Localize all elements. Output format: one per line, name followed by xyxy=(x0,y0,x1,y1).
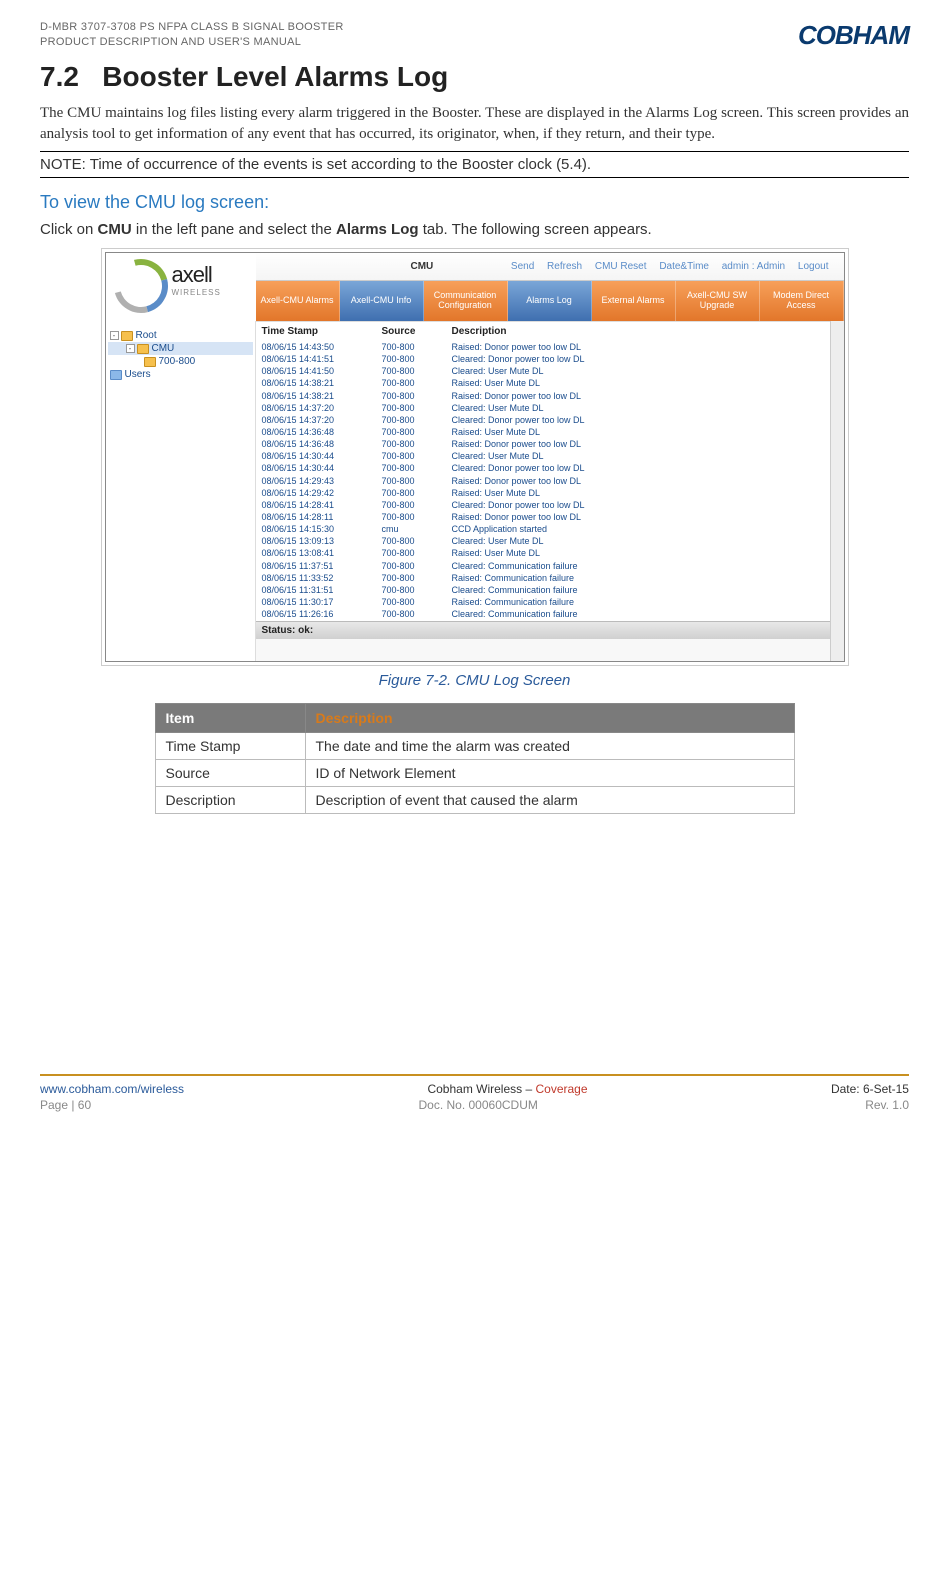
instruction: Click on CMU in the left pane and select… xyxy=(40,221,909,238)
footer-docno: Doc. No. 00060CDUM xyxy=(418,1098,537,1112)
logout-link[interactable]: Logout xyxy=(798,261,829,272)
axell-swirl-icon xyxy=(114,259,166,299)
col-description: Description xyxy=(452,326,824,337)
log-row: 08/06/15 14:41:51700-800Cleared: Donor p… xyxy=(256,353,830,365)
footer-page: Page | 60 xyxy=(40,1098,91,1112)
table-row: Time StampThe date and time the alarm wa… xyxy=(155,733,794,760)
cmu-bold: CMU xyxy=(98,221,132,238)
log-row: 08/06/15 14:36:48700-800Raised: User Mut… xyxy=(256,426,830,438)
log-table: Time Stamp Source Description 08/06/15 1… xyxy=(256,321,830,621)
doc-title-line2: PRODUCT DESCRIPTION AND USER'S MANUAL xyxy=(40,35,344,50)
log-row: 08/06/15 14:29:42700-800Raised: User Mut… xyxy=(256,487,830,499)
footer-url: www.cobham.com/wireless xyxy=(40,1082,184,1096)
log-row: 08/06/15 14:29:43700-800Raised: Donor po… xyxy=(256,475,830,487)
footer-brand: Cobham Wireless xyxy=(427,1082,522,1096)
axell-logo-sub: WIRELESS xyxy=(172,288,221,297)
note-box: NOTE: Time of occurrence of the events i… xyxy=(40,151,909,178)
log-row: 08/06/15 14:37:20700-800Cleared: Donor p… xyxy=(256,414,830,426)
log-row: 08/06/15 14:30:44700-800Cleared: User Mu… xyxy=(256,450,830,462)
folder-icon xyxy=(121,331,133,341)
tab-sw-upgrade[interactable]: Axell-CMU SW Upgrade xyxy=(676,281,760,321)
tree-band[interactable]: 700-800 xyxy=(108,355,253,368)
cmu-reset-link[interactable]: CMU Reset xyxy=(595,261,647,272)
log-row: 08/06/15 14:38:21700-800Raised: Donor po… xyxy=(256,390,830,402)
tab-modem-direct[interactable]: Modem Direct Access xyxy=(760,281,844,321)
folder-icon xyxy=(144,357,156,367)
doc-title-line1: D-MBR 3707-3708 PS NFPA CLASS B SIGNAL B… xyxy=(40,20,344,35)
description-table: Item Description Time StampThe date and … xyxy=(155,703,795,814)
folder-icon xyxy=(137,344,149,354)
doc-title: D-MBR 3707-3708 PS NFPA CLASS B SIGNAL B… xyxy=(40,20,344,51)
tab-axell-cmu-info[interactable]: Axell-CMU Info xyxy=(340,281,424,321)
log-row: 08/06/15 11:26:16700-800Cleared: Communi… xyxy=(256,608,830,620)
subheading: To view the CMU log screen: xyxy=(40,192,909,213)
th-description: Description xyxy=(305,704,794,733)
log-row: 08/06/15 14:28:11700-800Raised: Donor po… xyxy=(256,511,830,523)
th-item: Item xyxy=(155,704,305,733)
log-row: 08/06/15 14:41:50700-800Cleared: User Mu… xyxy=(256,365,830,377)
section-title: Booster Level Alarms Log xyxy=(102,61,448,92)
log-row: 08/06/15 14:15:30cmuCCD Application star… xyxy=(256,523,830,535)
log-row: 08/06/15 14:43:50700-800Raised: Donor po… xyxy=(256,341,830,353)
log-row: 08/06/15 14:37:20700-800Cleared: User Mu… xyxy=(256,402,830,414)
collapse-icon[interactable]: - xyxy=(126,344,135,353)
tree-users[interactable]: Users xyxy=(108,368,253,381)
section-number: 7.2 xyxy=(40,61,79,92)
collapse-icon[interactable]: - xyxy=(110,331,119,340)
log-row: 08/06/15 14:36:48700-800Raised: Donor po… xyxy=(256,438,830,450)
footer-date: Date: 6-Set-15 xyxy=(831,1082,909,1096)
send-link[interactable]: Send xyxy=(511,261,534,272)
log-row: 08/06/15 11:33:52700-800Raised: Communic… xyxy=(256,572,830,584)
log-row: 08/06/15 11:22:47700-800Raised: Communic… xyxy=(256,620,830,621)
figure-caption: Figure 7-2. CMU Log Screen xyxy=(40,672,909,689)
log-row: 08/06/15 11:30:17700-800Raised: Communic… xyxy=(256,596,830,608)
intro-paragraph: The CMU maintains log files listing ever… xyxy=(40,103,909,145)
log-row: 08/06/15 13:09:13700-800Cleared: User Mu… xyxy=(256,535,830,547)
tab-external-alarms[interactable]: External Alarms xyxy=(592,281,676,321)
datetime-link[interactable]: Date&Time xyxy=(659,261,709,272)
tree-root[interactable]: -Root xyxy=(108,329,253,342)
status-bar: Status: ok: xyxy=(256,621,830,639)
tree-cmu[interactable]: -CMU xyxy=(108,342,253,355)
axell-logo: axell WIRELESS xyxy=(106,253,256,313)
footer-coverage: Coverage xyxy=(536,1082,588,1096)
table-row: SourceID of Network Element xyxy=(155,760,794,787)
log-row: 08/06/15 14:28:41700-800Cleared: Donor p… xyxy=(256,499,830,511)
log-row: 08/06/15 13:08:41700-800Raised: User Mut… xyxy=(256,547,830,559)
section-heading: 7.2 Booster Level Alarms Log xyxy=(40,61,909,93)
page-footer: www.cobham.com/wireless Cobham Wireless … xyxy=(40,1074,909,1096)
nav-tree: -Root -CMU 700-800 Users xyxy=(106,321,256,661)
col-timestamp: Time Stamp xyxy=(262,326,382,337)
cmu-log-screenshot: axell WIRELESS CMU Send Refresh CMU Rese… xyxy=(105,252,845,662)
topbar: CMU Send Refresh CMU Reset Date&Time adm… xyxy=(256,253,844,281)
log-row: 08/06/15 14:30:44700-800Cleared: Donor p… xyxy=(256,462,830,474)
users-icon xyxy=(110,370,122,380)
scrollbar[interactable] xyxy=(830,321,844,661)
admin-label: admin : Admin xyxy=(722,261,785,272)
tab-bar: Axell-CMU Alarms Axell-CMU Info Communic… xyxy=(256,281,844,321)
tab-axell-cmu-alarms[interactable]: Axell-CMU Alarms xyxy=(256,281,340,321)
log-row: 08/06/15 11:31:51700-800Cleared: Communi… xyxy=(256,584,830,596)
col-source: Source xyxy=(382,326,452,337)
tab-comm-config[interactable]: Communication Configuration xyxy=(424,281,508,321)
cobham-logo: COBHAM xyxy=(798,20,909,51)
footer-rev: Rev. 1.0 xyxy=(865,1098,909,1112)
alarms-log-bold: Alarms Log xyxy=(336,221,419,238)
log-row: 08/06/15 14:38:21700-800Raised: User Mut… xyxy=(256,377,830,389)
log-row: 08/06/15 11:37:51700-800Cleared: Communi… xyxy=(256,560,830,572)
topbar-title: CMU xyxy=(411,261,434,272)
tab-alarms-log[interactable]: Alarms Log xyxy=(508,281,592,321)
axell-logo-text: axell xyxy=(172,262,221,288)
table-row: DescriptionDescription of event that cau… xyxy=(155,787,794,814)
refresh-link[interactable]: Refresh xyxy=(547,261,582,272)
